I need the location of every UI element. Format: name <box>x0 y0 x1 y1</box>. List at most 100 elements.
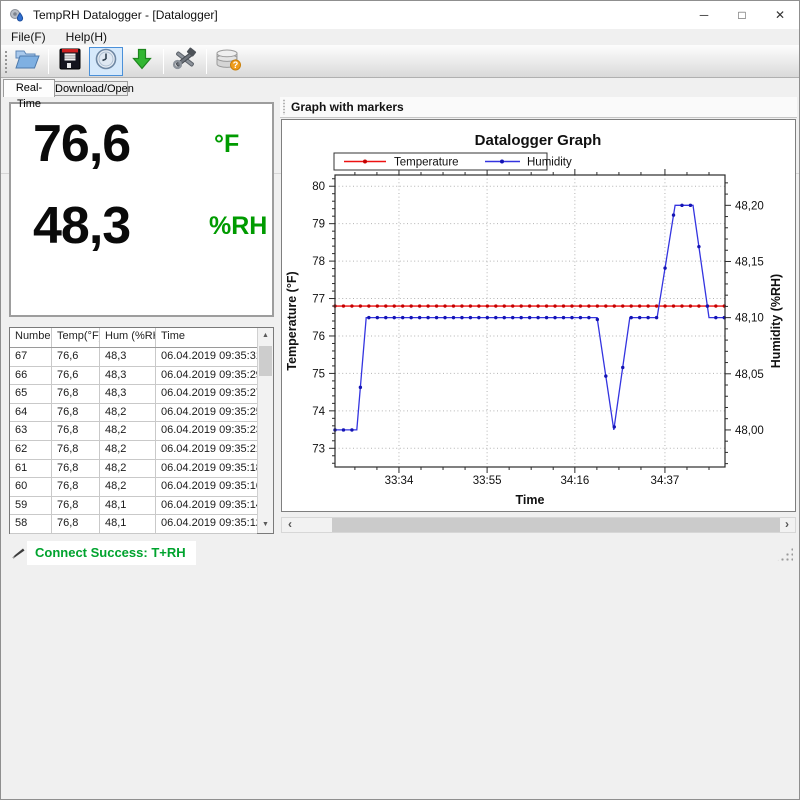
svg-text:?: ? <box>233 60 239 70</box>
y-axis-right-tick: 48,10 <box>735 313 764 325</box>
humidity-unit: %RH <box>209 212 267 241</box>
maximize-button[interactable]: □ <box>723 1 761 29</box>
open-folder-icon <box>14 47 41 76</box>
table-cell: 06.04.2019 09:35:29 <box>156 367 257 385</box>
table-cell: 64 <box>10 404 52 422</box>
save-button[interactable] <box>53 47 87 76</box>
menu-help[interactable]: Help(H) <box>56 29 117 45</box>
table-cell: 06.04.2019 09:35:14 <box>156 497 257 515</box>
column-header: Hum (%RH) <box>100 328 156 347</box>
tools-settings-icon <box>172 47 198 76</box>
clock-realtime-icon <box>94 47 118 76</box>
y-axis-left-tick: 80 <box>312 181 325 193</box>
menu-bar: File(F) Help(H) <box>1 29 799 45</box>
realtime-clock-button[interactable] <box>89 47 123 76</box>
table-cell: 76,8 <box>52 404 100 422</box>
graph-horizontal-scrollbar[interactable]: ‹ › <box>281 517 796 533</box>
database-help-icon: ? <box>214 47 242 76</box>
close-button[interactable]: ✕ <box>761 1 799 29</box>
y-axis-right-label: Humidity (%RH) <box>769 274 783 368</box>
download-arrow-icon <box>130 47 154 76</box>
menu-file[interactable]: File(F) <box>1 29 56 45</box>
device-data-button[interactable]: ? <box>211 47 245 76</box>
open-file-button[interactable] <box>10 47 44 76</box>
table-cell: 76,8 <box>52 515 100 533</box>
scroll-down-arrow-icon[interactable]: ▼ <box>258 517 273 533</box>
table-cell: 06.04.2019 09:35:21 <box>156 441 257 459</box>
title-bar[interactable]: TempRH Datalogger - [Datalogger] ─ □ ✕ <box>1 1 799 29</box>
y-axis-right-tick: 48,05 <box>735 369 764 381</box>
datalogger-chart: 737475767778798048,0048,0548,1048,1548,2… <box>282 120 795 511</box>
table-cell: 66 <box>10 367 52 385</box>
table-cell: 65 <box>10 385 52 403</box>
resize-grip[interactable] <box>775 547 793 563</box>
table-cell: 61 <box>10 460 52 478</box>
y-axis-left-tick: 78 <box>312 256 325 268</box>
table-row[interactable]: 6676,648,306.04.2019 09:35:29 <box>10 367 257 386</box>
x-axis-tick: 33:55 <box>473 475 502 487</box>
y-axis-left-label: Temperature (°F) <box>285 271 299 370</box>
table-cell: 76,8 <box>52 385 100 403</box>
scroll-up-arrow-icon[interactable]: ▲ <box>258 328 273 344</box>
chart-title: Datalogger Graph <box>475 132 602 149</box>
y-axis-left-tick: 73 <box>312 443 325 455</box>
table-cell: 62 <box>10 441 52 459</box>
table-cell: 76,8 <box>52 478 100 496</box>
y-axis-left-tick: 79 <box>312 219 325 231</box>
column-header: Temp(°F) <box>52 328 100 347</box>
x-axis-tick: 34:16 <box>560 475 589 487</box>
table-cell: 76,6 <box>52 367 100 385</box>
table-row[interactable]: 6076,848,206.04.2019 09:35:16 <box>10 478 257 497</box>
toolbar: ? <box>1 45 799 78</box>
settings-tools-button[interactable] <box>168 47 202 76</box>
table-cell: 76,8 <box>52 460 100 478</box>
y-axis-left-tick: 75 <box>312 368 325 380</box>
table-row[interactable]: 6576,848,306.04.2019 09:35:27 <box>10 385 257 404</box>
table-cell: 48,2 <box>100 441 156 459</box>
table-cell: 48,2 <box>100 404 156 422</box>
table-row[interactable]: 6476,848,206.04.2019 09:35:25 <box>10 404 257 423</box>
graph-panel-header: Graph with markers <box>280 97 797 118</box>
table-cell: 59 <box>10 497 52 515</box>
table-row[interactable]: 6276,848,206.04.2019 09:35:21 <box>10 441 257 460</box>
x-axis-label: Time <box>516 493 545 507</box>
table-row[interactable]: 5976,848,106.04.2019 09:35:14 <box>10 497 257 516</box>
table-vertical-scrollbar[interactable]: ▲ ▼ <box>257 328 273 533</box>
tab-real-time[interactable]: Real-Time <box>3 79 55 97</box>
status-message: Connect Success: T+RH <box>27 541 196 565</box>
window-title: TempRH Datalogger - [Datalogger] <box>33 8 218 22</box>
scrollbar-thumb[interactable] <box>332 518 780 532</box>
save-floppy-icon <box>58 47 82 76</box>
panel-grip[interactable] <box>282 99 286 115</box>
temperature-unit: °F <box>214 130 239 159</box>
tab-strip: Real-Time Download/Open <box>1 79 799 96</box>
download-button[interactable] <box>125 47 159 76</box>
table-row[interactable]: 6376,848,206.04.2019 09:35:23 <box>10 422 257 441</box>
table-cell: 06.04.2019 09:35:31 <box>156 348 257 366</box>
table-cell: 76,6 <box>52 348 100 366</box>
y-axis-left-tick: 76 <box>312 331 325 343</box>
column-header: Time <box>156 328 257 347</box>
scroll-left-arrow-icon[interactable]: ‹ <box>282 518 298 532</box>
x-axis-tick: 34:37 <box>651 475 680 487</box>
table-cell: 06.04.2019 09:35:25 <box>156 404 257 422</box>
y-axis-right-tick: 48,15 <box>735 256 764 268</box>
toolbar-grip[interactable] <box>3 49 9 73</box>
x-axis-tick: 33:34 <box>385 475 414 487</box>
y-axis-right-tick: 48,20 <box>735 200 764 212</box>
scrollbar-thumb[interactable] <box>259 346 272 376</box>
minimize-button[interactable]: ─ <box>685 1 723 29</box>
table-header-row: NumberTemp(°F)Hum (%RH)Time <box>10 328 257 348</box>
tab-download-open[interactable]: Download/Open <box>55 81 128 96</box>
scroll-right-arrow-icon[interactable]: › <box>779 518 795 532</box>
table-cell: 06.04.2019 09:35:27 <box>156 385 257 403</box>
table-cell: 06.04.2019 09:35:18 <box>156 460 257 478</box>
table-row[interactable]: 6176,848,206.04.2019 09:35:18 <box>10 460 257 479</box>
table-row[interactable]: 6776,648,306.04.2019 09:35:31 <box>10 348 257 367</box>
humidity-value: 48,3 <box>33 196 130 256</box>
table-row[interactable]: 5876,848,106.04.2019 09:35:12 <box>10 515 257 534</box>
app-window: TempRH Datalogger - [Datalogger] ─ □ ✕ F… <box>0 0 800 800</box>
column-header: Number <box>10 328 52 347</box>
y-axis-right-tick: 48,00 <box>735 425 764 437</box>
realtime-readout-panel: 76,6 °F 48,3 %RH <box>9 102 274 317</box>
